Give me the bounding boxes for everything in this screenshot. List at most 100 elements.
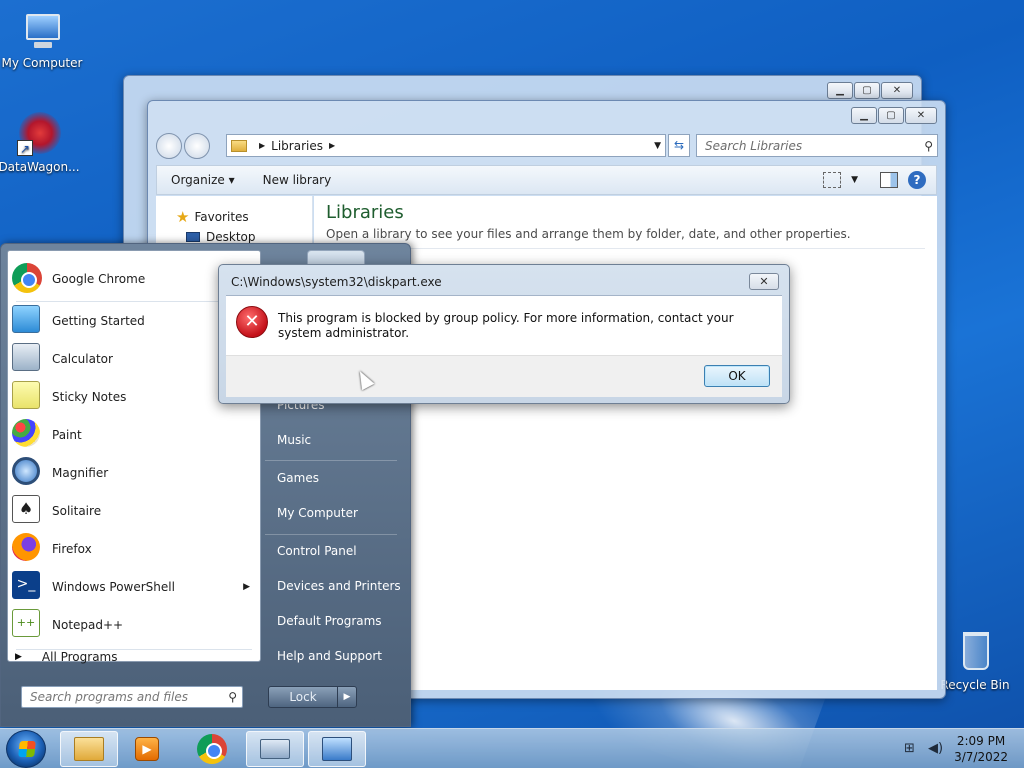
computer-icon: [20, 8, 64, 52]
page-subtitle: Open a library to see your files and arr…: [326, 227, 851, 241]
search-icon: ⚲: [228, 690, 237, 704]
search-placeholder: Search Libraries: [705, 138, 803, 153]
close-icon[interactable]: ✕: [881, 82, 913, 99]
error-icon: ✕: [236, 306, 268, 338]
taskbar-explorer-button[interactable]: [60, 731, 118, 767]
chevron-down-icon[interactable]: ▼: [851, 175, 858, 185]
program-windows-powershell[interactable]: >_ Windows PowerShell ▶: [12, 569, 256, 605]
star-icon: ★: [176, 208, 190, 226]
network-computer-icon: [322, 737, 352, 761]
program-magnifier[interactable]: Magnifier: [12, 455, 256, 491]
desktop-icon: [186, 232, 200, 242]
getting-started-icon: [12, 305, 44, 337]
folder-icon: [74, 737, 104, 761]
start-right-games[interactable]: Games: [277, 471, 319, 485]
start-search-input[interactable]: Search programs and files ⚲: [21, 686, 243, 708]
chrome-icon: [197, 734, 227, 764]
chrome-icon: [12, 263, 44, 295]
system-tray: ⊞ ◀): [896, 741, 944, 757]
clock[interactable]: 2:09 PM 3/7/2022: [954, 733, 1008, 765]
dialog-footer: OK: [226, 355, 782, 397]
taskbar: ▶ ⊞ ◀) 2:09 PM 3/7/2022: [0, 728, 1024, 768]
error-message: This program is blocked by group policy.…: [278, 311, 734, 340]
program-paint[interactable]: Paint: [12, 417, 256, 453]
network-icon[interactable]: ⊞: [904, 741, 920, 757]
new-library-button[interactable]: New library: [249, 173, 346, 187]
volume-icon[interactable]: ◀): [928, 741, 944, 757]
datawagon-icon: ↗: [17, 112, 61, 156]
maximize-button[interactable]: ▢: [878, 107, 904, 124]
nav-item-favorites[interactable]: ★ Favorites: [176, 208, 249, 226]
desktop-icon-my-computer[interactable]: My Computer: [0, 8, 84, 70]
taskbar-keyboard-button[interactable]: [246, 731, 304, 767]
program-notepad-plus-plus[interactable]: ++ Notepad++: [12, 607, 256, 643]
media-player-icon: ▶: [135, 737, 159, 761]
taskbar-remote-button[interactable]: [308, 731, 366, 767]
breadcrumb-libraries[interactable]: Libraries: [271, 139, 323, 153]
clock-date: 3/7/2022: [954, 750, 1008, 764]
breadcrumb-arrow-icon[interactable]: ▶: [329, 141, 335, 150]
desktop-icon-label: DataWagon...: [0, 160, 80, 174]
maximize-icon[interactable]: ▢: [854, 82, 880, 99]
clock-time: 2:09 PM: [956, 734, 1006, 748]
divider: [326, 248, 925, 249]
breadcrumb-arrow-icon: ▶: [259, 141, 266, 150]
program-firefox[interactable]: Firefox: [12, 531, 256, 567]
paint-icon: [12, 419, 44, 451]
taskbar-chrome-button[interactable]: [183, 731, 241, 767]
start-right-help-support[interactable]: Help and Support: [277, 649, 382, 663]
notepadpp-icon: ++: [12, 609, 44, 641]
dialog-title: C:\Windows\system32\diskpart.exe: [231, 275, 442, 289]
arrow-right-icon: ▶: [15, 652, 22, 662]
back-button[interactable]: [156, 133, 182, 159]
start-right-control-panel[interactable]: Control Panel: [277, 544, 357, 558]
keyboard-icon: [260, 739, 290, 759]
windows-logo-icon: [18, 741, 36, 757]
minimize-button[interactable]: ▁: [851, 107, 877, 124]
refresh-button[interactable]: ⇆: [668, 134, 690, 157]
command-bar: Organize ▾ New library ▼ ?: [156, 165, 937, 195]
submenu-arrow-icon[interactable]: ▶: [243, 582, 250, 592]
address-bar[interactable]: ▶ Libraries ▶ ▼: [226, 134, 666, 157]
program-solitaire[interactable]: ♠ Solitaire: [12, 493, 256, 529]
desktop-icon-datawagon[interactable]: ↗ DataWagon...: [0, 112, 81, 174]
close-button[interactable]: ✕: [905, 107, 937, 124]
dialog-body: ✕ This program is blocked by group polic…: [226, 295, 782, 355]
minimize-icon[interactable]: ▁: [827, 82, 853, 99]
preview-pane-icon[interactable]: [880, 172, 898, 188]
close-icon[interactable]: ✕: [749, 273, 779, 290]
organize-button[interactable]: Organize ▾: [157, 173, 249, 187]
search-icon: ⚲: [924, 138, 933, 153]
help-icon[interactable]: ?: [908, 171, 926, 189]
recycle-bin-icon: [953, 630, 997, 674]
divider: [265, 534, 397, 535]
divider: [16, 301, 252, 302]
sticky-notes-icon: [12, 381, 44, 413]
forward-button[interactable]: [184, 133, 210, 159]
solitaire-icon: ♠: [12, 495, 44, 527]
address-row: ▶ Libraries ▶ ▼ ⇆ Search Libraries ⚲: [156, 133, 938, 159]
view-options-icon[interactable]: [823, 172, 842, 188]
start-right-devices-printers[interactable]: Devices and Printers: [277, 579, 401, 593]
start-right-default-programs[interactable]: Default Programs: [277, 614, 382, 628]
page-title: Libraries: [326, 202, 404, 223]
lock-button[interactable]: Lock: [268, 686, 338, 708]
firefox-icon: [12, 533, 44, 565]
calculator-icon: [12, 343, 44, 375]
chevron-down-icon[interactable]: ▼: [654, 141, 665, 151]
all-programs-button[interactable]: ▶ All Programs: [15, 650, 118, 664]
power-options-arrow-icon[interactable]: ▶: [337, 686, 357, 708]
start-button[interactable]: [6, 730, 46, 768]
ok-button[interactable]: OK: [704, 365, 770, 387]
magnifier-icon: [12, 457, 44, 489]
error-dialog: C:\Windows\system32\diskpart.exe ✕ ✕ Thi…: [218, 264, 790, 404]
start-right-my-computer[interactable]: My Computer: [277, 506, 358, 520]
folder-icon: [231, 139, 247, 152]
taskbar-media-player-button[interactable]: ▶: [118, 731, 176, 767]
nav-item-desktop[interactable]: Desktop: [186, 230, 256, 244]
desktop-icon-label: My Computer: [1, 56, 83, 70]
divider: [265, 460, 397, 461]
powershell-icon: >_: [12, 571, 44, 603]
search-input[interactable]: Search Libraries ⚲: [696, 134, 938, 157]
start-right-music[interactable]: Music: [277, 433, 311, 447]
